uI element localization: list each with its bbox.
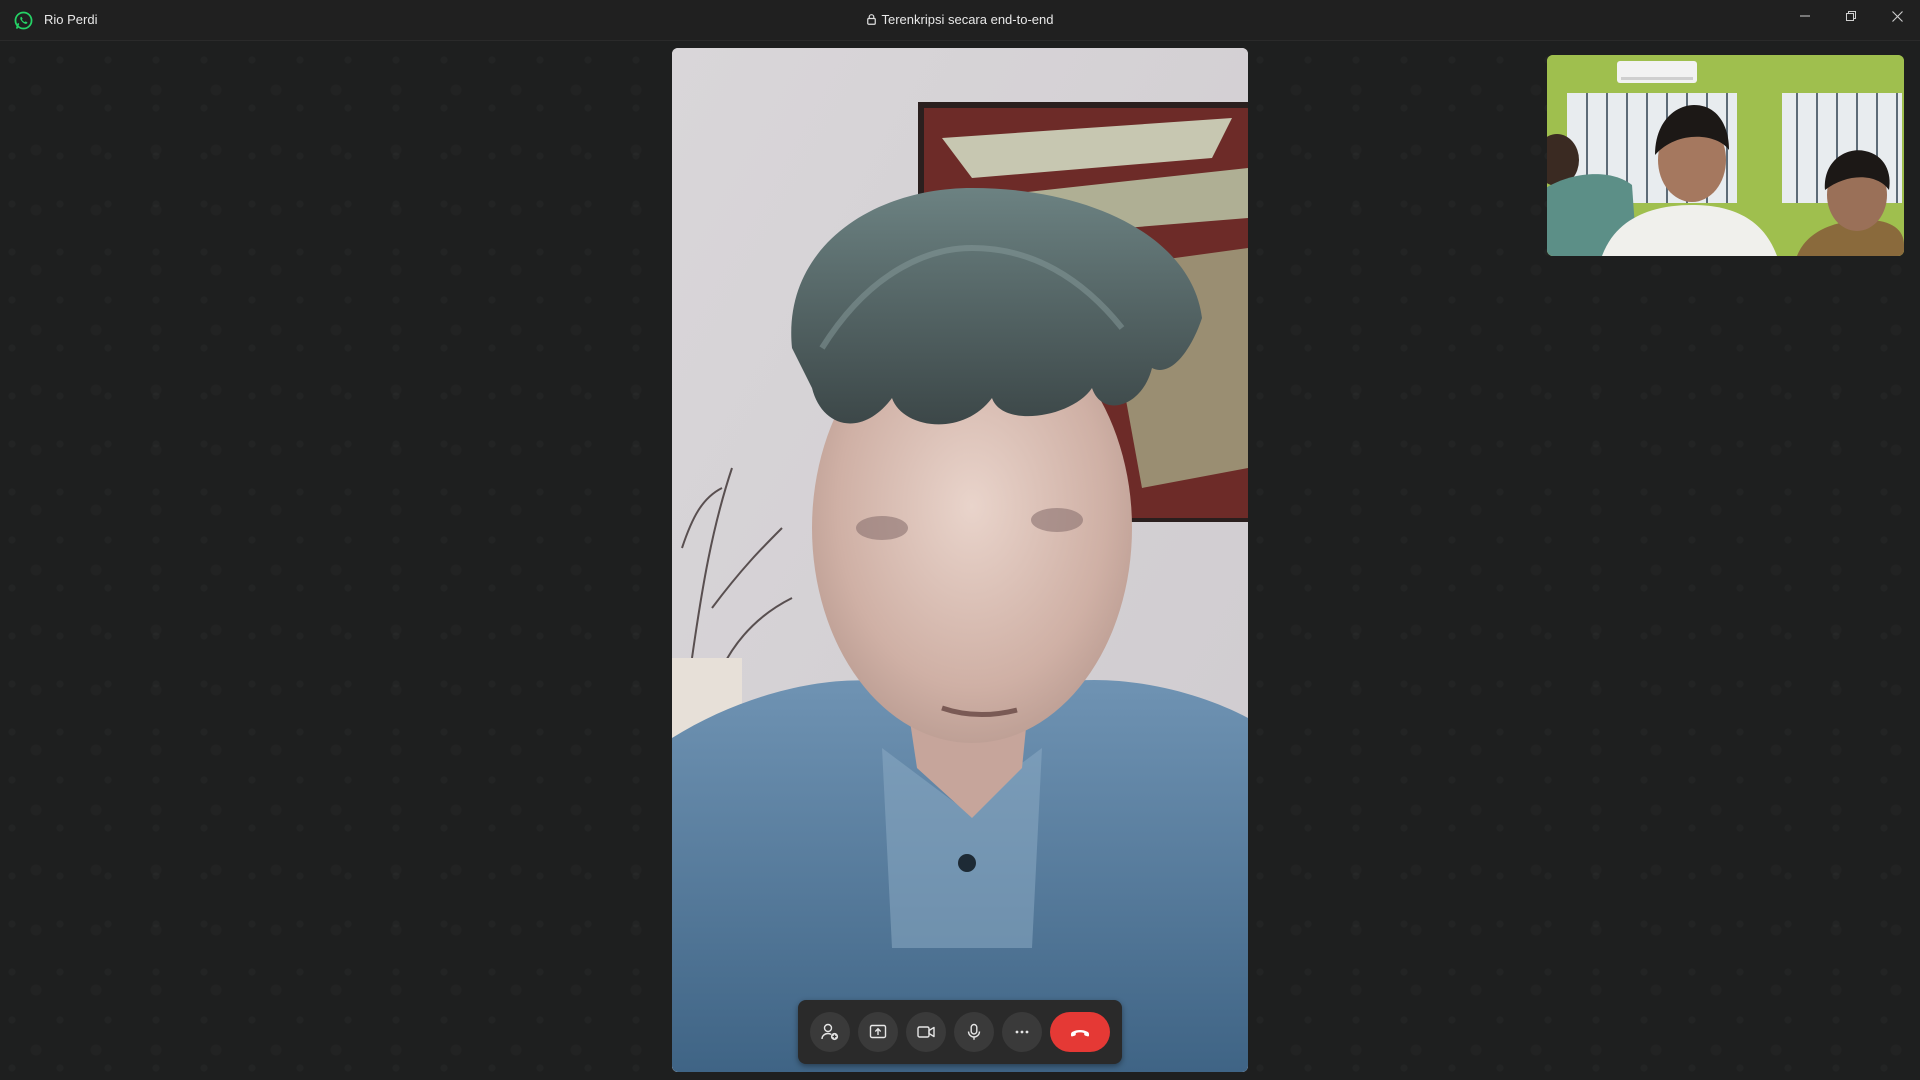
toggle-mic-button[interactable] [954,1012,994,1052]
video-camera-icon [917,1026,935,1038]
microphone-icon [967,1023,981,1040]
encryption-text: Terenkripsi secara end-to-end [881,12,1054,27]
call-controls-bar [798,1000,1122,1064]
add-participant-button[interactable] [810,1012,850,1052]
video-call-window: Rio Perdi Terenkripsi secara end-to-end [0,0,1920,1080]
self-view-video[interactable] [1547,55,1904,256]
restore-button[interactable] [1828,0,1874,32]
remote-video-image [672,48,1248,1072]
more-options-icon [1015,1030,1029,1034]
title-bar: Rio Perdi Terenkripsi secara end-to-end [0,0,1920,41]
minimize-button[interactable] [1782,0,1828,32]
close-icon [1891,10,1903,22]
share-screen-icon [869,1024,887,1039]
close-button[interactable] [1874,0,1920,32]
encryption-notice: Terenkripsi secara end-to-end [0,12,1920,28]
more-options-button[interactable] [1002,1012,1042,1052]
toggle-video-button[interactable] [906,1012,946,1052]
lock-icon [866,14,876,25]
end-call-button[interactable] [1050,1012,1110,1052]
self-view-image [1547,55,1904,256]
restore-icon [1846,11,1856,21]
share-screen-button[interactable] [858,1012,898,1052]
end-call-icon [1071,1030,1089,1037]
remote-video-feed [672,48,1248,1072]
add-person-icon [821,1023,839,1041]
minimize-icon [1800,15,1810,17]
